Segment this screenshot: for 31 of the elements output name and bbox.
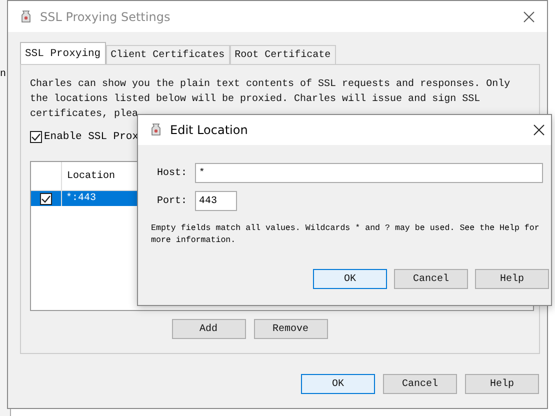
table-cell-text: *:443 [65, 193, 96, 204]
close-icon[interactable] [523, 10, 535, 22]
dialog-button[interactable]: Cancel [383, 374, 457, 394]
checkbox-label: Enable SSL Prox [44, 131, 139, 143]
close-icon[interactable] [533, 124, 545, 136]
description-text: the locations listed below will be proxied. Charles will issue and sign SSL [30, 92, 482, 107]
jug-icon [150, 123, 162, 137]
tab[interactable]: SSL Proxying [20, 42, 106, 64]
dialog-button[interactable]: Cancel [394, 269, 468, 289]
field-label: Host: [156, 168, 188, 178]
description-text: certificates, plea [30, 108, 140, 122]
dialog-button[interactable]: Help [465, 374, 539, 394]
window-title: Edit Location [170, 123, 249, 137]
checkbox[interactable] [30, 131, 42, 143]
checkbox[interactable] [40, 192, 52, 204]
dialog-button[interactable]: OK [301, 374, 375, 394]
help-text: Empty fields match all values. Wildcards * and ? may be used. See the Help for more information. [151, 223, 540, 247]
list-button[interactable]: Remove [254, 319, 328, 339]
window-title: SSL Proxying Settings [40, 10, 172, 24]
jug-icon [20, 10, 32, 24]
list-button[interactable]: Add [172, 319, 246, 339]
background-text: n [0, 69, 6, 80]
field-label: Port: [156, 196, 188, 206]
tab[interactable]: Client Certificates [106, 45, 230, 64]
description-text: Charles can show you the plain text contents of SSL requests and responses. Only [30, 78, 512, 92]
tab[interactable]: Root Certificate [230, 45, 336, 64]
column-header: Location [66, 170, 116, 184]
dialog-button[interactable]: OK [313, 269, 387, 289]
dialog-button[interactable]: Help [475, 269, 549, 289]
input-field[interactable]: * [194, 163, 543, 183]
input-field[interactable]: 443 [195, 191, 237, 211]
